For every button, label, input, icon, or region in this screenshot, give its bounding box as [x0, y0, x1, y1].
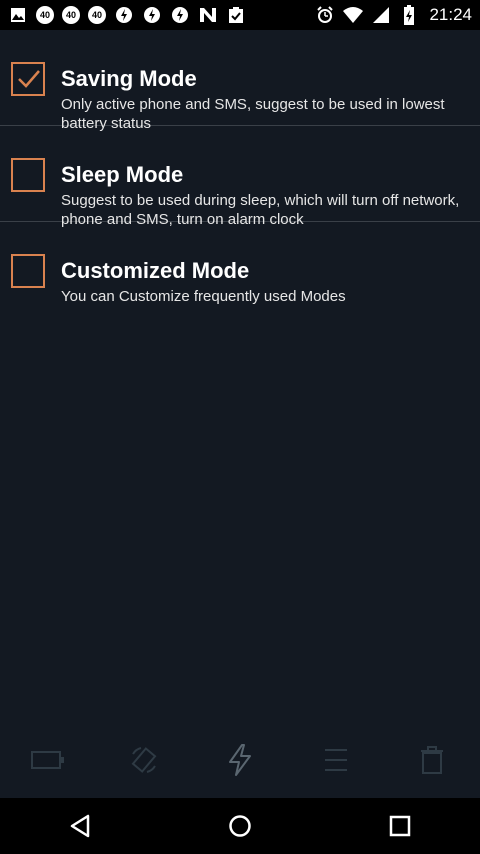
- back-button[interactable]: [50, 802, 110, 850]
- mode-item-customized[interactable]: Customized Mode You can Customize freque…: [0, 222, 480, 318]
- recents-icon: [389, 815, 411, 837]
- rotate-tool-button[interactable]: [124, 740, 164, 780]
- badge-40-icon: 40: [36, 6, 54, 24]
- notification-icons: 40 40 40: [8, 5, 254, 25]
- customized-mode-checkbox[interactable]: [11, 254, 45, 288]
- menu-tool-button[interactable]: [316, 740, 356, 780]
- sleep-mode-checkbox[interactable]: [11, 158, 45, 192]
- mode-item-sleep[interactable]: Sleep Mode Suggest to be used during sle…: [0, 126, 480, 228]
- home-icon: [229, 815, 251, 837]
- status-clock: 21:24: [429, 5, 472, 24]
- badge-40-icon: 40: [62, 6, 80, 24]
- battery-icon: [31, 751, 64, 769]
- clipboard-check-icon: [226, 5, 246, 25]
- trash-icon: [421, 746, 443, 774]
- badge-40-icon: 40: [88, 6, 106, 24]
- back-icon: [70, 814, 90, 838]
- flash-tool-button[interactable]: [220, 740, 260, 780]
- mode-list: Saving Mode Only active phone and SMS, s…: [0, 30, 480, 318]
- cellular-signal-icon: [371, 5, 391, 25]
- system-icons: 21:24: [307, 5, 472, 25]
- mode-title: Saving Mode: [61, 66, 197, 91]
- lightning-icon: [229, 744, 251, 776]
- recents-button[interactable]: [370, 802, 430, 850]
- battery-charging-icon: [399, 5, 419, 25]
- checkmark-icon: [18, 70, 40, 88]
- mode-title: Sleep Mode: [61, 162, 184, 187]
- no-flash-icon: [114, 5, 134, 25]
- mode-item-saving[interactable]: Saving Mode Only active phone and SMS, s…: [0, 30, 480, 132]
- home-button[interactable]: [210, 802, 270, 850]
- mode-description: You can Customize frequently used Modes: [61, 288, 346, 305]
- delete-tool-button[interactable]: [412, 740, 452, 780]
- status-bar: 40 40 40 21:24: [0, 0, 480, 30]
- navigation-bar: [0, 798, 480, 854]
- rotate-icon: [131, 747, 157, 773]
- no-flash-icon: [142, 5, 162, 25]
- bottom-toolbar: [0, 730, 480, 790]
- no-flash-icon: [170, 5, 190, 25]
- alarm-icon: [315, 5, 335, 25]
- mode-title: Customized Mode: [61, 258, 250, 283]
- menu-icon: [325, 749, 347, 771]
- image-icon: [8, 5, 28, 25]
- wifi-icon: [343, 5, 364, 25]
- saving-mode-checkbox[interactable]: [11, 62, 45, 96]
- n-app-icon: [198, 5, 218, 25]
- battery-tool-button[interactable]: [28, 740, 68, 780]
